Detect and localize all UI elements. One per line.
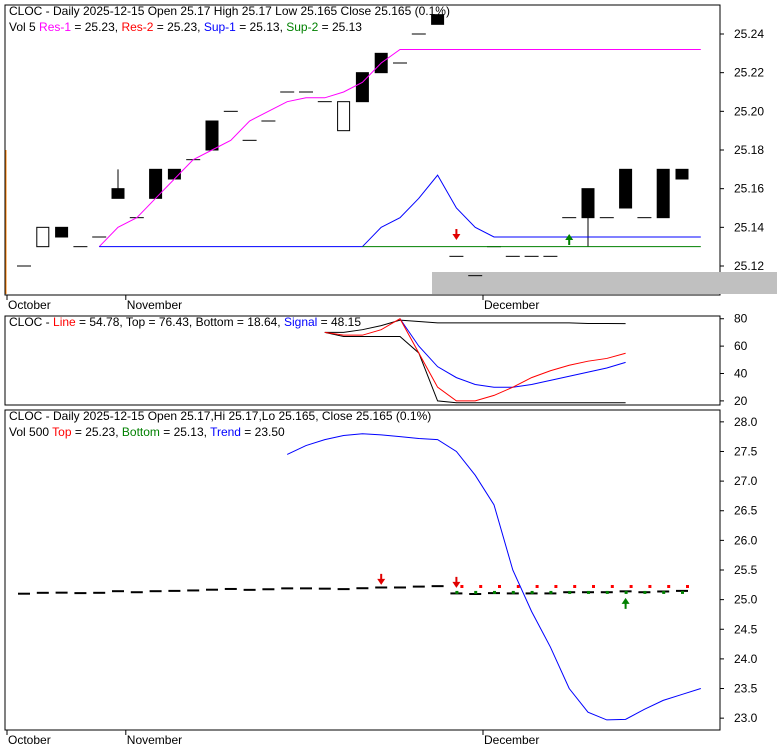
- trend-panel-frame: [4, 409, 721, 731]
- top-dot: [648, 585, 652, 588]
- x-tick-label: December: [484, 733, 539, 745]
- bottom-dot: [568, 590, 572, 594]
- y-tick-label: 25.16: [734, 182, 764, 196]
- buy-arrow-icon: [621, 597, 630, 609]
- bottom-line: [324, 331, 626, 404]
- sell-arrow-icon: [377, 573, 386, 585]
- candle-body: [111, 188, 125, 199]
- y-tick-label: 28.0: [734, 415, 758, 429]
- y-tick-label: 23.5: [734, 682, 758, 696]
- bottom-dot: [549, 590, 553, 594]
- top-line: [324, 319, 626, 333]
- bottom-dot: [662, 590, 666, 594]
- oscillator-line: [324, 318, 626, 402]
- y-tick-label: 24.5: [734, 622, 758, 636]
- y-tick-label: 23.0: [734, 711, 758, 725]
- trend-line: [286, 433, 701, 721]
- bottom-dot: [511, 590, 515, 594]
- top-dot: [535, 585, 539, 588]
- top-dot: [629, 585, 633, 588]
- bottom-dot: [643, 590, 647, 594]
- bottom-dot: [587, 590, 590, 594]
- y-tick-label: 20: [734, 394, 748, 408]
- x-tick-label: November: [127, 733, 182, 745]
- sell-arrow-icon: [452, 229, 461, 240]
- candle-body: [205, 120, 219, 151]
- bottom-dot: [530, 590, 534, 594]
- y-tick-label: 25.22: [734, 66, 764, 80]
- candle-body: [55, 226, 69, 238]
- bottom-dot: [474, 590, 478, 594]
- y-tick-label: 24.0: [734, 652, 758, 666]
- x-tick-label: December: [484, 298, 539, 312]
- candle-body: [337, 101, 351, 132]
- top-dot: [667, 585, 671, 588]
- bottom-dot: [681, 590, 684, 594]
- y-tick-label: 25.24: [734, 27, 764, 41]
- top-dot: [610, 585, 614, 588]
- top-dot: [460, 585, 464, 588]
- bottom-dot: [493, 590, 496, 594]
- y-tick-label: 25.0: [734, 593, 758, 607]
- x-tick-label: October: [8, 733, 51, 745]
- candle-body: [36, 226, 50, 248]
- price-legend: Vol 5 Res-1 = 25.23, Res-2 = 25.23, Sup-…: [9, 20, 362, 34]
- volume-bar: [432, 272, 777, 294]
- y-tick-label: 26.5: [734, 504, 758, 518]
- y-tick-label: 80: [734, 312, 748, 326]
- price-panel-frame: [4, 4, 721, 296]
- chart-canvas: CLOC - Daily 2025-12-15 Open 25.17 High …: [4, 4, 777, 745]
- candle-body: [581, 188, 595, 219]
- signal-line: [399, 318, 626, 388]
- y-tick-label: 25.14: [734, 220, 764, 234]
- candle-body: [431, 14, 445, 25]
- top-dot: [686, 585, 689, 588]
- candle-body: [675, 168, 689, 180]
- top-dot: [554, 585, 558, 588]
- candle-body: [619, 168, 633, 209]
- y-tick-label: 60: [734, 339, 748, 353]
- sup1-line: [99, 174, 701, 248]
- y-tick-label: 40: [734, 367, 748, 381]
- trend-title: CLOC - Daily 2025-12-15 Open 25.17,Hi 25…: [9, 409, 431, 423]
- x-tick-label: October: [8, 298, 51, 312]
- x-tick-label: November: [127, 298, 182, 312]
- y-tick-label: 25.18: [734, 143, 764, 157]
- bottom-dot: [455, 590, 459, 594]
- y-tick-label: 26.0: [734, 533, 758, 547]
- top-dot: [479, 585, 483, 588]
- y-tick-label: 25.20: [734, 104, 764, 118]
- sell-arrow-icon: [452, 576, 461, 588]
- bottom-dot: [605, 590, 609, 594]
- oscillator-legend: CLOC - Line = 54.78, Top = 76.43, Bottom…: [9, 315, 361, 329]
- trend-legend: Vol 500 Top = 25.23, Bottom = 25.13, Tre…: [9, 425, 285, 439]
- candle-body: [656, 168, 670, 219]
- y-tick-label: 25.12: [734, 259, 764, 273]
- candle-body: [355, 72, 369, 103]
- price-title: CLOC - Daily 2025-12-15 Open 25.17 High …: [9, 4, 450, 18]
- top-dot: [592, 585, 595, 588]
- y-tick-label: 27.5: [734, 444, 758, 458]
- y-tick-label: 27.0: [734, 474, 758, 488]
- top-dot: [498, 585, 501, 588]
- top-dot: [573, 585, 577, 588]
- buy-arrow-icon: [565, 234, 574, 245]
- y-tick-label: 25.5: [734, 563, 758, 577]
- bottom-dot: [624, 590, 628, 594]
